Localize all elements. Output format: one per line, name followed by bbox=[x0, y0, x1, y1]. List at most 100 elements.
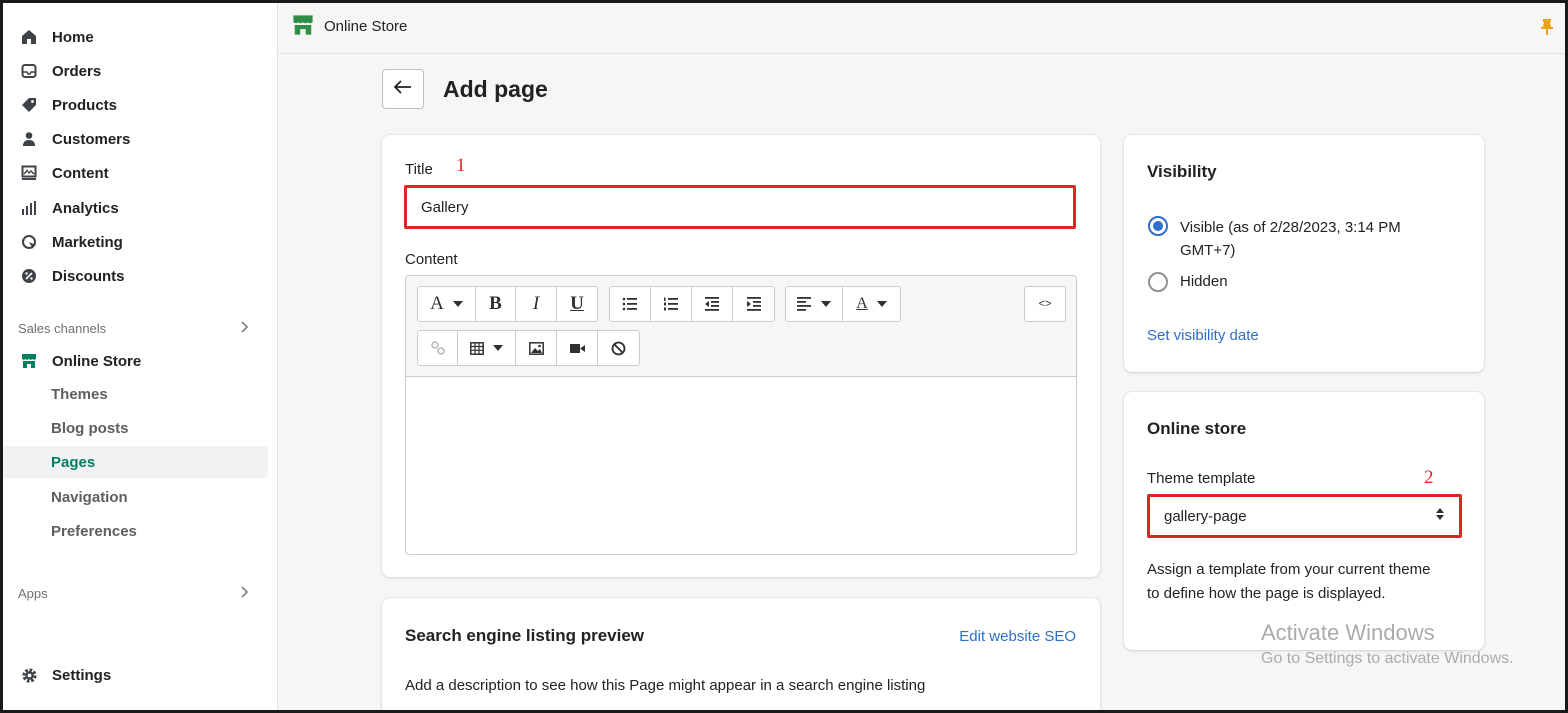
align-dropdown-button[interactable] bbox=[786, 287, 843, 321]
html-button-label: <> bbox=[1038, 298, 1052, 310]
indent-button[interactable] bbox=[733, 287, 774, 321]
nav-customers[interactable]: Customers bbox=[0, 123, 268, 155]
text-color-dropdown-button[interactable]: A bbox=[843, 287, 900, 321]
numbered-list-icon bbox=[664, 297, 678, 311]
nav-themes[interactable]: Themes bbox=[0, 378, 268, 410]
clear-formatting-button[interactable] bbox=[598, 331, 639, 365]
insert-link-button[interactable] bbox=[418, 331, 458, 365]
italic-button-label: I bbox=[532, 293, 540, 314]
font-button-label: A bbox=[430, 293, 444, 314]
seo-card-title: Search engine listing preview bbox=[405, 626, 645, 645]
visibility-title: Visibility bbox=[1147, 162, 1217, 181]
nav-content[interactable]: Content bbox=[0, 157, 268, 189]
tag-icon bbox=[20, 96, 38, 114]
align-left-icon bbox=[797, 297, 811, 311]
nav-home-label: Home bbox=[52, 28, 94, 46]
nav-marketing[interactable]: Marketing bbox=[0, 226, 268, 258]
annotation-1: 1 bbox=[456, 155, 466, 176]
chevron-right-icon bbox=[240, 585, 250, 601]
activate-windows-subtext: Go to Settings to activate Windows. bbox=[1261, 650, 1514, 667]
nav-content-label: Content bbox=[52, 164, 109, 182]
theme-template-label: Theme template bbox=[1147, 470, 1256, 487]
image-icon bbox=[528, 341, 544, 355]
italic-button[interactable]: I bbox=[516, 287, 557, 321]
marketing-icon bbox=[20, 233, 38, 251]
content-icon bbox=[20, 164, 38, 182]
list-group bbox=[609, 286, 775, 322]
nav-navigation[interactable]: Navigation bbox=[0, 481, 268, 513]
sales-channels-label: Sales channels bbox=[18, 320, 107, 336]
underline-button[interactable]: U bbox=[557, 287, 597, 321]
annotation-2: 2 bbox=[1424, 467, 1434, 488]
video-icon bbox=[569, 343, 585, 353]
set-visibility-date-link[interactable]: Set visibility date bbox=[1147, 327, 1259, 344]
apps-label: Apps bbox=[18, 585, 48, 601]
chevron-right-icon bbox=[240, 320, 250, 336]
hidden-radio[interactable] bbox=[1148, 272, 1168, 292]
select-arrows-icon bbox=[1435, 507, 1445, 525]
insert-group bbox=[417, 330, 640, 366]
insert-image-button[interactable] bbox=[516, 331, 557, 365]
back-button[interactable] bbox=[382, 69, 424, 109]
nav-blog-posts[interactable]: Blog posts bbox=[0, 412, 268, 444]
rich-text-editor: A B I U A <> bbox=[405, 275, 1077, 555]
hidden-radio-label: Hidden bbox=[1180, 273, 1228, 290]
nav-pages[interactable]: Pages bbox=[0, 446, 268, 478]
nav-settings[interactable]: Settings bbox=[0, 659, 268, 691]
editor-toolbar: A B I U A <> bbox=[406, 276, 1076, 377]
visible-radio[interactable] bbox=[1148, 216, 1168, 236]
bullet-list-icon bbox=[622, 297, 637, 311]
edit-website-seo-link[interactable]: Edit website SEO bbox=[959, 628, 1076, 645]
outdent-button[interactable] bbox=[692, 287, 733, 321]
theme-template-select[interactable]: gallery-page bbox=[1147, 494, 1462, 538]
nav-online-store[interactable]: Online Store bbox=[0, 345, 268, 377]
nav-products[interactable]: Products bbox=[0, 89, 268, 121]
bold-button[interactable]: B bbox=[476, 287, 516, 321]
nav-orders-label: Orders bbox=[52, 62, 102, 80]
pin-icon[interactable] bbox=[1540, 18, 1554, 40]
orders-icon bbox=[20, 62, 38, 80]
nav-customers-label: Customers bbox=[52, 130, 131, 148]
apps-header[interactable]: Apps bbox=[18, 581, 250, 605]
topbar-store-label: Online Store bbox=[324, 18, 408, 35]
bold-button-label: B bbox=[489, 293, 502, 314]
nav-discounts[interactable]: Discounts bbox=[0, 260, 268, 292]
align-group: A bbox=[785, 286, 901, 322]
person-icon bbox=[20, 130, 38, 148]
nav-products-label: Products bbox=[52, 96, 118, 114]
table-icon bbox=[470, 341, 484, 355]
online-store-icon bbox=[20, 352, 38, 370]
insert-table-button[interactable] bbox=[458, 331, 516, 365]
format-group: A B I U bbox=[417, 286, 598, 322]
sales-channels-header[interactable]: Sales channels bbox=[18, 316, 250, 340]
nav-orders[interactable]: Orders bbox=[0, 55, 268, 87]
editor-body[interactable] bbox=[406, 377, 1076, 554]
top-bar: Online Store bbox=[278, 0, 1568, 54]
nav-analytics[interactable]: Analytics bbox=[0, 192, 268, 224]
sidebar: Home Orders Products Customers Content A… bbox=[0, 0, 278, 713]
nav-home[interactable]: Home bbox=[0, 21, 268, 53]
page-title: Add page bbox=[443, 76, 548, 102]
nav-analytics-label: Analytics bbox=[52, 199, 119, 217]
online-store-title: Online store bbox=[1147, 419, 1247, 438]
title-input-value: Gallery bbox=[421, 198, 469, 216]
text-color-icon: A bbox=[856, 295, 868, 312]
numbered-list-button[interactable] bbox=[651, 287, 692, 321]
html-group: <> bbox=[1024, 286, 1066, 322]
activate-windows-watermark: Activate Windows bbox=[1261, 620, 1435, 645]
font-dropdown-button[interactable]: A bbox=[418, 287, 476, 321]
gear-icon bbox=[20, 666, 38, 684]
online-store-icon bbox=[292, 14, 314, 40]
template-help-text: Assign a template from your current them… bbox=[1147, 561, 1431, 602]
block-icon bbox=[611, 341, 626, 355]
nav-preferences[interactable]: Preferences bbox=[0, 515, 268, 547]
title-input[interactable]: Gallery bbox=[404, 185, 1076, 229]
seo-card bbox=[382, 598, 1100, 713]
nav-settings-label: Settings bbox=[52, 666, 112, 684]
bullet-list-button[interactable] bbox=[610, 287, 651, 321]
nav-online-store-label: Online Store bbox=[52, 352, 142, 370]
insert-video-button[interactable] bbox=[557, 331, 598, 365]
content-label: Content bbox=[405, 251, 458, 268]
show-html-button[interactable]: <> bbox=[1025, 287, 1065, 321]
seo-description: Add a description to see how this Page m… bbox=[405, 677, 926, 694]
